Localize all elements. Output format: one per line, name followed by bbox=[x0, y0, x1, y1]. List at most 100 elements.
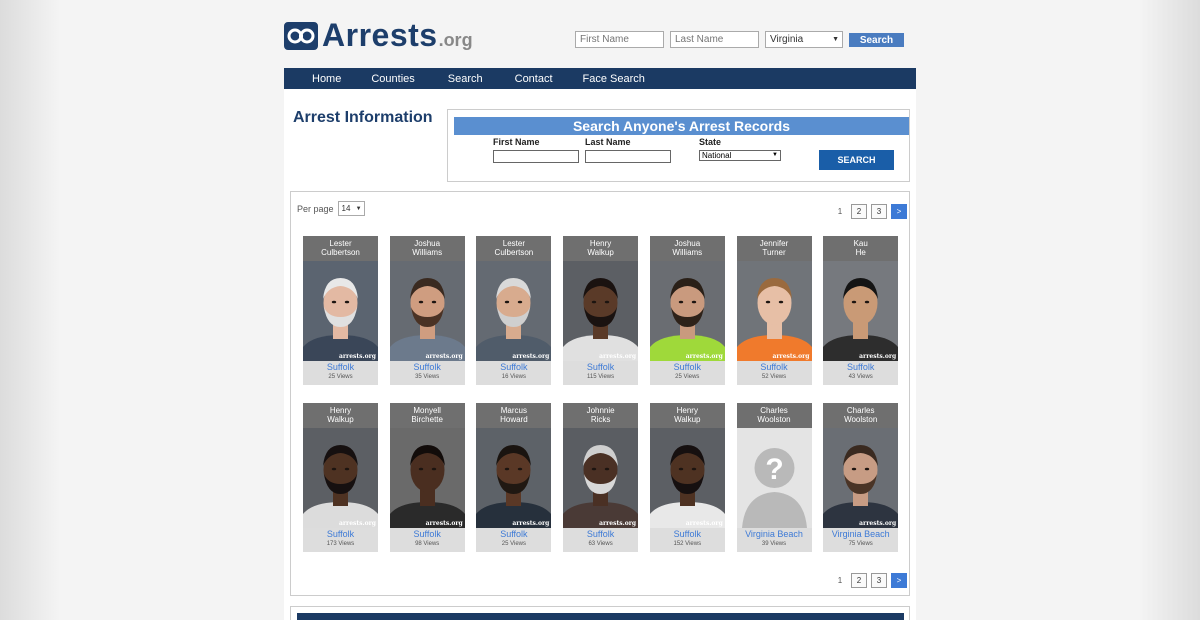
mugshot-image bbox=[303, 428, 378, 528]
person-last-name: Culbertson bbox=[321, 248, 360, 257]
mugshot-card[interactable]: Henry Walkup arrests.org Suffolk 173 Views bbox=[303, 403, 378, 552]
person-name[interactable]: Lester Culbertson bbox=[303, 236, 378, 261]
mugshot-photo[interactable]: ? bbox=[736, 428, 812, 528]
nav-search[interactable]: Search bbox=[448, 73, 483, 85]
mugshot-card[interactable]: Charles Woolston? Virginia Beach 39 Views bbox=[736, 403, 812, 552]
person-name[interactable]: Lester Culbertson bbox=[476, 236, 552, 261]
mugshot-photo[interactable]: arrests.org bbox=[823, 261, 899, 361]
person-name[interactable]: Marcus Howard bbox=[476, 403, 552, 428]
person-name[interactable]: Charles Woolston bbox=[823, 403, 899, 428]
mugshot-photo[interactable]: arrests.org bbox=[303, 261, 378, 361]
mugshot-photo[interactable]: arrests.org bbox=[389, 261, 465, 361]
person-name[interactable]: Kau He bbox=[823, 236, 899, 261]
header-search-button[interactable]: Search bbox=[849, 33, 904, 47]
mugshot-photo[interactable]: arrests.org bbox=[649, 261, 725, 361]
mugshot-card[interactable]: Kau He arrests.org Suffolk 43 Views bbox=[823, 236, 899, 385]
person-name[interactable]: Jennifer Turner bbox=[736, 236, 812, 261]
first-name-input[interactable] bbox=[575, 31, 664, 48]
person-name[interactable]: Joshua Williams bbox=[649, 236, 725, 261]
page-link-3[interactable]: 3 bbox=[871, 204, 887, 219]
page-link-2[interactable]: 2 bbox=[851, 204, 867, 219]
site-logo[interactable]: Arrests .org bbox=[284, 17, 473, 53]
mugshot-image bbox=[389, 261, 465, 361]
mugshot-card[interactable]: Johnnie Ricks arrests.org Suffolk 63 Views bbox=[563, 403, 639, 552]
view-count: 63 Views bbox=[588, 541, 613, 547]
mugshot-photo[interactable]: arrests.org bbox=[563, 261, 639, 361]
person-name[interactable]: Charles Woolston bbox=[736, 403, 812, 428]
per-page-select[interactable]: 14 ▼ bbox=[337, 201, 365, 216]
logo-suffix: .org bbox=[438, 30, 473, 50]
state-select[interactable]: Virginia ▼ bbox=[765, 31, 843, 48]
county-link[interactable]: Suffolk bbox=[476, 362, 551, 372]
county-link[interactable]: Suffolk bbox=[737, 362, 812, 372]
person-name[interactable]: Henry Walkup bbox=[563, 236, 639, 261]
view-count: 25 Views bbox=[328, 374, 353, 380]
person-name[interactable]: Monyell Birchette bbox=[389, 403, 465, 428]
mugshot-card[interactable]: Charles Woolston arrests.org Virginia Beach… bbox=[823, 403, 899, 552]
logo-text: Arrests bbox=[322, 17, 438, 53]
county-link[interactable]: Suffolk bbox=[303, 529, 378, 539]
mugshot-image bbox=[563, 261, 639, 361]
mugshot-image bbox=[649, 428, 725, 528]
person-last-name: He bbox=[855, 248, 866, 257]
last-name-input[interactable] bbox=[670, 31, 759, 48]
page-current: 1 bbox=[837, 207, 843, 216]
mugshot-image bbox=[649, 261, 725, 361]
page-next-button[interactable]: > bbox=[891, 204, 907, 219]
page-link-3[interactable]: 3 bbox=[871, 573, 887, 588]
mugshot-photo[interactable]: arrests.org bbox=[476, 261, 552, 361]
watermark: arrests.org bbox=[859, 353, 897, 360]
county-link[interactable]: Suffolk bbox=[476, 529, 551, 539]
page-next-button[interactable]: > bbox=[891, 573, 907, 588]
person-last-name: Culbertson bbox=[494, 248, 534, 257]
mugshot-photo[interactable]: arrests.org bbox=[823, 428, 899, 528]
person-name[interactable]: Joshua Williams bbox=[389, 236, 465, 261]
state-select-value: Virginia bbox=[770, 34, 804, 45]
mugshot-card[interactable]: Henry Walkup arrests.org Suffolk 152 Views bbox=[649, 403, 725, 552]
county-link[interactable]: Suffolk bbox=[390, 362, 465, 372]
first-name-field[interactable] bbox=[493, 150, 579, 163]
mugshot-card[interactable]: Joshua Williams arrests.org Suffolk 35 Views bbox=[389, 236, 465, 385]
county-link[interactable]: Suffolk bbox=[823, 362, 898, 372]
mugshot-card[interactable]: Monyell Birchette arrests.org Suffolk 98 Vie… bbox=[389, 403, 465, 552]
view-count: 173 Views bbox=[326, 541, 355, 547]
search-submit-button[interactable]: SEARCH bbox=[819, 150, 894, 170]
nav-contact[interactable]: Contact bbox=[515, 73, 553, 85]
mugshot-photo[interactable]: arrests.org bbox=[389, 428, 465, 528]
mugshot-card[interactable]: Jennifer Turner arrests.org Suffolk 52 Views bbox=[736, 236, 812, 385]
person-last-name: Williams bbox=[412, 248, 443, 257]
mugshot-card[interactable]: Lester Culbertson arrests.org Suffolk 16 Vie… bbox=[476, 236, 552, 385]
person-first-name: Henry bbox=[329, 406, 352, 415]
nav-home[interactable]: Home bbox=[312, 73, 341, 85]
person-last-name: Howard bbox=[500, 415, 528, 424]
county-link[interactable]: Suffolk bbox=[650, 529, 725, 539]
person-last-name: Woolston bbox=[844, 415, 878, 424]
county-link[interactable]: Suffolk bbox=[563, 529, 638, 539]
mugshot-card[interactable]: Joshua Williams arrests.org Suffolk 25 Views bbox=[649, 236, 725, 385]
watermark: arrests.org bbox=[685, 520, 723, 527]
county-link[interactable]: Virginia Beach bbox=[737, 529, 812, 539]
county-link[interactable]: Suffolk bbox=[390, 529, 465, 539]
mugshot-photo[interactable]: arrests.org bbox=[563, 428, 639, 528]
mugshot-card[interactable]: Henry Walkup arrests.org Suffolk 115 Views bbox=[563, 236, 639, 385]
mugshot-card[interactable]: Lester Culbertson arrests.org Suffolk 25 Vie… bbox=[303, 236, 378, 385]
mugshot-card[interactable]: Marcus Howard arrests.org Suffolk 25 Views bbox=[476, 403, 552, 552]
nav-counties[interactable]: Counties bbox=[371, 73, 414, 85]
mugshot-photo[interactable]: arrests.org bbox=[736, 261, 812, 361]
mugshot-photo[interactable]: arrests.org bbox=[649, 428, 725, 528]
page-link-2[interactable]: 2 bbox=[851, 573, 867, 588]
person-first-name: Lester bbox=[502, 239, 525, 248]
mugshot-photo[interactable]: arrests.org bbox=[476, 428, 552, 528]
county-link[interactable]: Suffolk bbox=[563, 362, 638, 372]
state-dropdown[interactable]: National ▼ bbox=[699, 150, 781, 161]
header-search-form: Virginia ▼ Search bbox=[575, 31, 904, 48]
person-name[interactable]: Johnnie Ricks bbox=[563, 403, 639, 428]
last-name-field[interactable] bbox=[585, 150, 671, 163]
county-link[interactable]: Virginia Beach bbox=[823, 529, 898, 539]
county-link[interactable]: Suffolk bbox=[650, 362, 725, 372]
person-name[interactable]: Henry Walkup bbox=[303, 403, 378, 428]
person-name[interactable]: Henry Walkup bbox=[649, 403, 725, 428]
nav-face-search[interactable]: Face Search bbox=[583, 73, 645, 85]
county-link[interactable]: Suffolk bbox=[303, 362, 378, 372]
mugshot-photo[interactable]: arrests.org bbox=[303, 428, 378, 528]
